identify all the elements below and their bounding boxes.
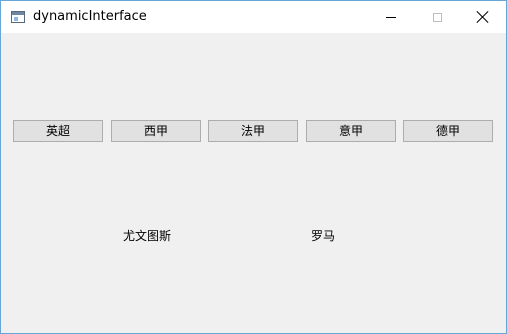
close-button[interactable] — [460, 1, 506, 33]
window-title: dynamicInterface — [33, 9, 147, 24]
app-window-icon — [11, 11, 25, 23]
close-icon — [477, 11, 489, 23]
bundesliga-button[interactable]: 德甲 — [403, 120, 493, 142]
team-label-juventus: 尤文图斯 — [123, 229, 172, 243]
serie-a-button[interactable]: 意甲 — [306, 120, 396, 142]
team-label-roma: 罗马 — [311, 229, 336, 243]
maximize-button[interactable] — [414, 1, 460, 33]
minimize-icon — [386, 16, 396, 18]
ligue-1-button[interactable]: 法甲 — [208, 120, 298, 142]
minimize-button[interactable] — [368, 1, 414, 33]
title-bar[interactable]: dynamicInterface — [1, 1, 506, 33]
la-liga-button[interactable]: 西甲 — [111, 120, 201, 142]
maximize-icon — [432, 12, 442, 22]
premier-league-button[interactable]: 英超 — [13, 120, 103, 142]
main-window: dynamicInterface 英超 西甲 法甲 意甲 德甲 尤文图斯 罗马 — [0, 0, 507, 334]
